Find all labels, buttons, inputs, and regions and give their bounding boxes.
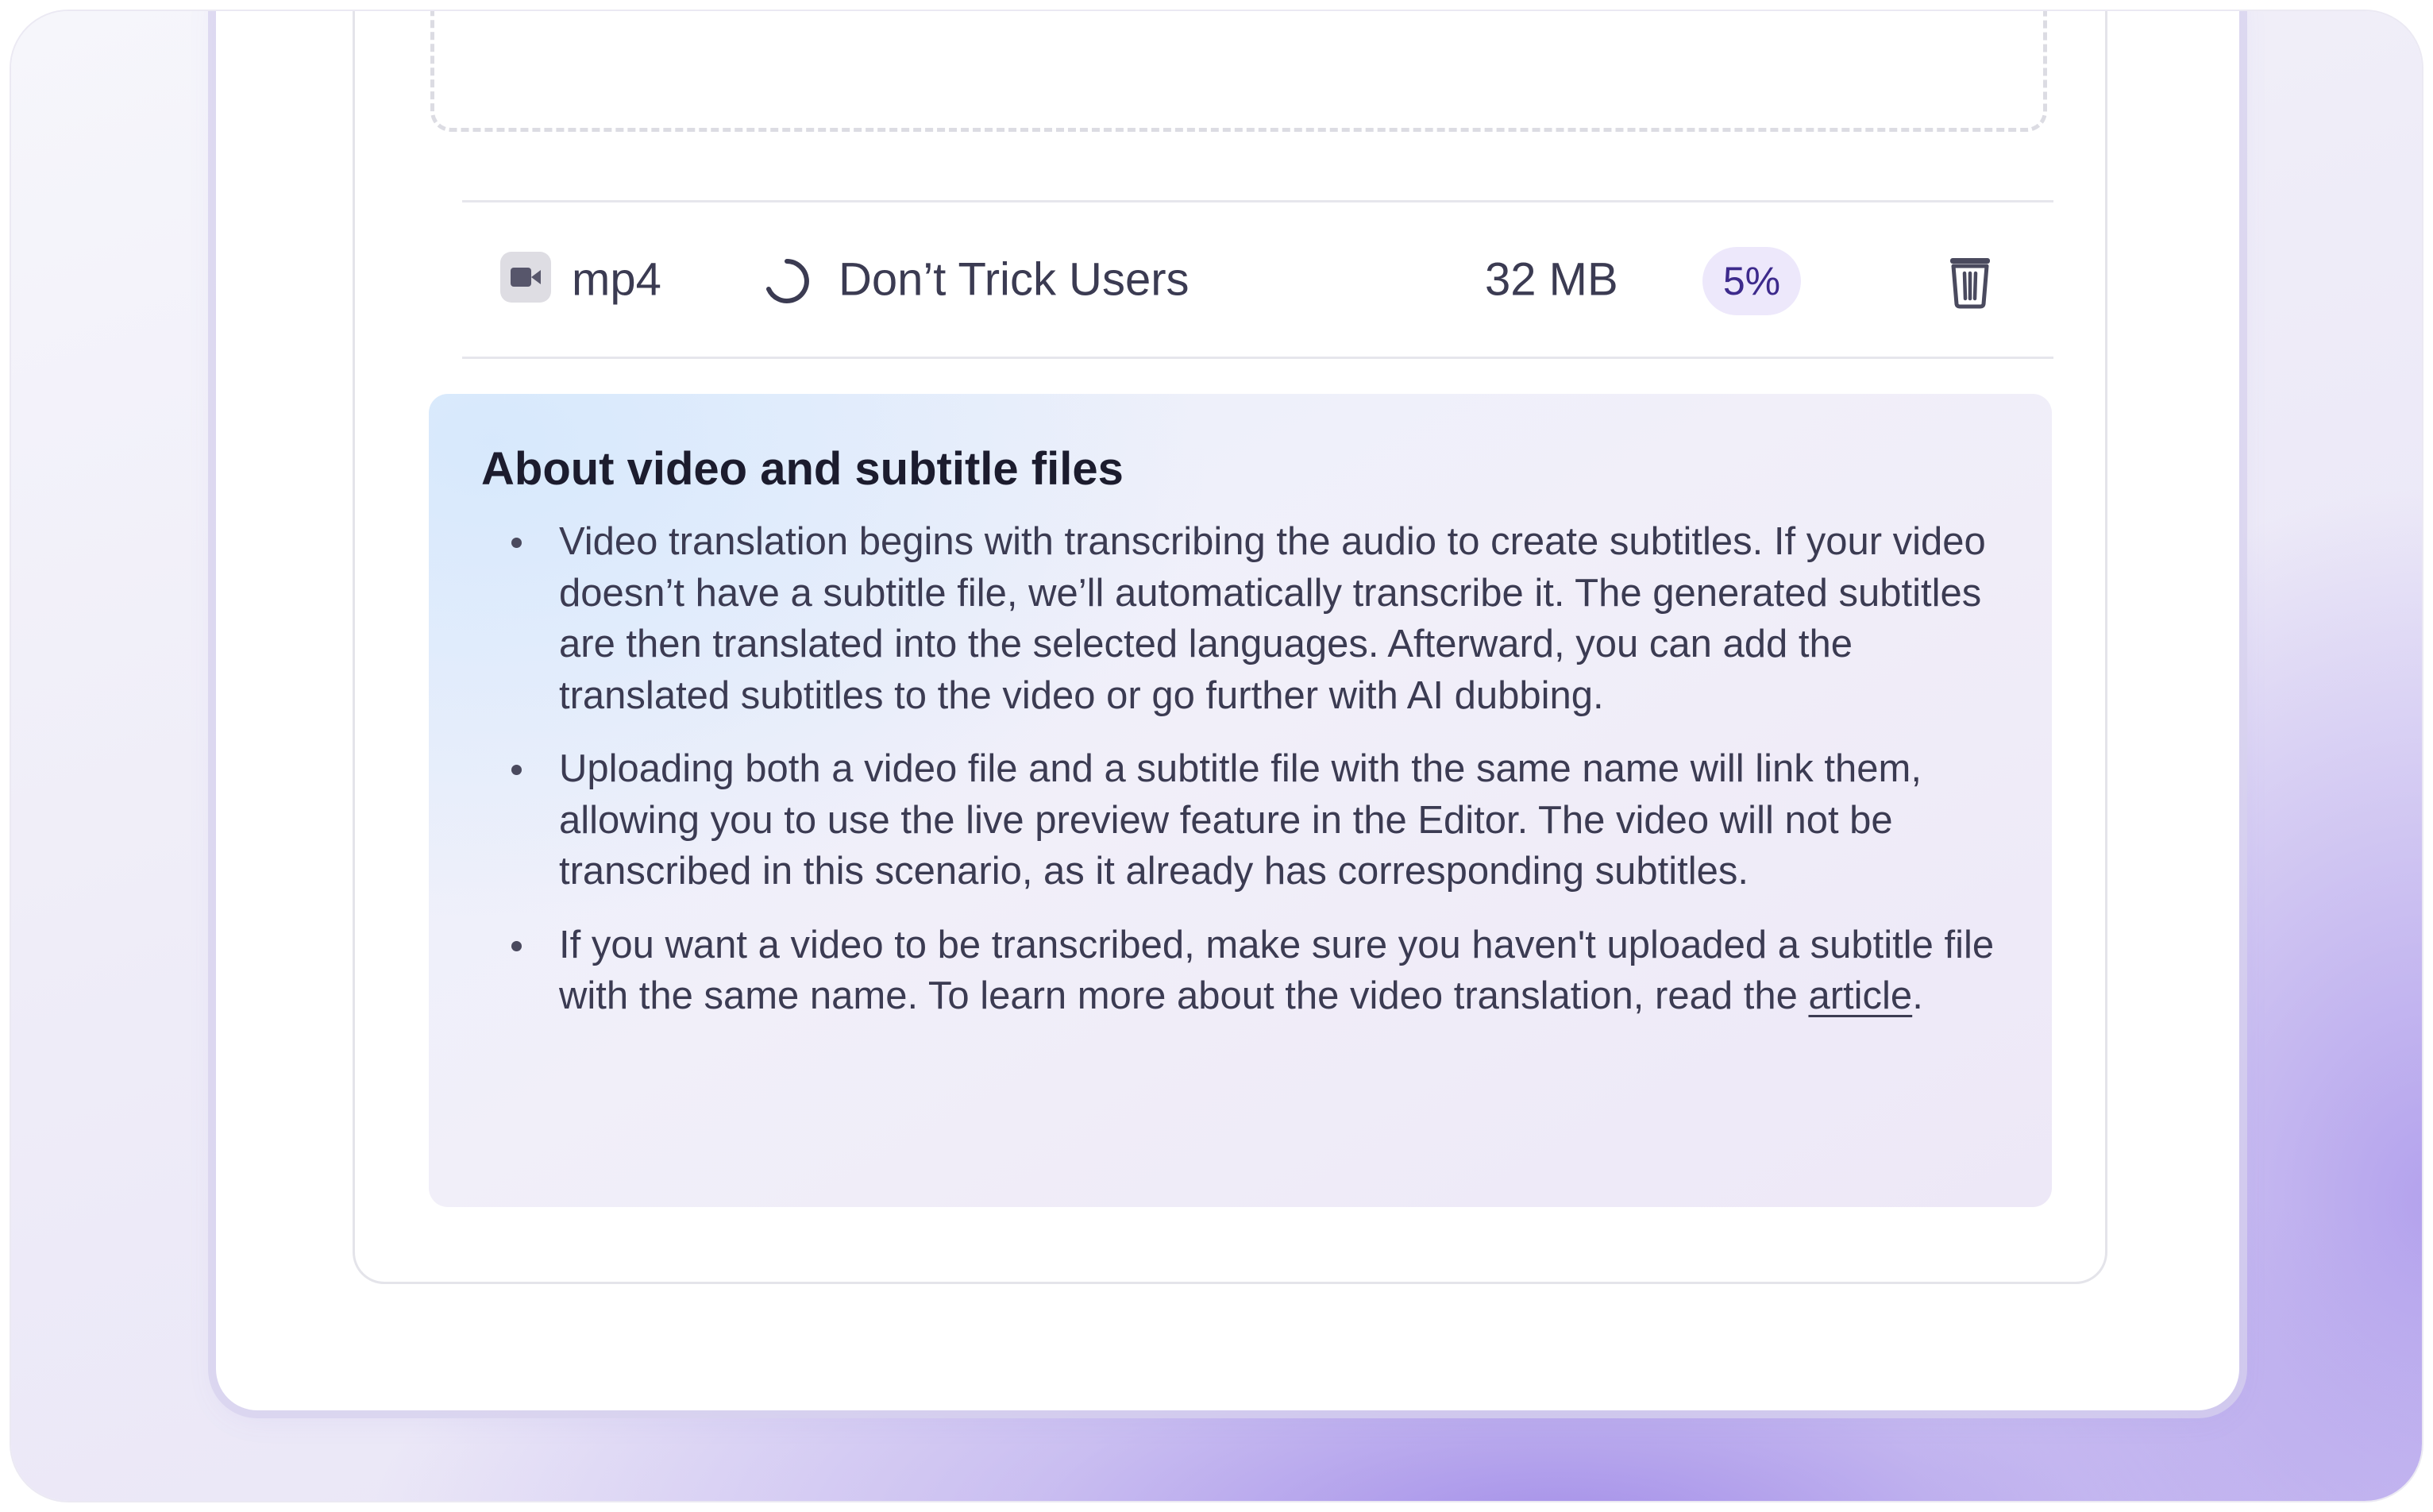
- bullet-icon: [511, 765, 522, 775]
- info-list: Video translation begins with transcribi…: [481, 516, 1998, 1022]
- loading-spinner-icon: [762, 256, 812, 306]
- delete-file-button[interactable]: [1947, 253, 1993, 309]
- file-type-label: mp4: [572, 253, 661, 306]
- file-dropzone[interactable]: [430, 11, 2047, 132]
- trash-icon: [1950, 258, 1990, 309]
- info-list-item: Uploading both a video file and a subtit…: [481, 743, 1998, 897]
- info-item-text-end: .: [1912, 974, 1923, 1017]
- bullet-icon: [511, 940, 522, 951]
- file-row: mp4 Don’t Trick Users 32 MB 5%: [462, 200, 2053, 359]
- info-title: About video and subtitle files: [481, 443, 1124, 495]
- info-list-item: If you want a video to be transcribed, m…: [481, 920, 1998, 1022]
- info-item-text: Video translation begins with transcribi…: [559, 520, 1986, 717]
- info-item-text: If you want a video to be transcribed, m…: [559, 923, 1995, 1018]
- file-name: Don’t Trick Users: [839, 253, 1190, 306]
- article-link[interactable]: article: [1808, 974, 1912, 1017]
- background: mp4 Don’t Trick Users 32 MB 5% About vid…: [11, 11, 2422, 1501]
- info-item-text: Uploading both a video file and a subtit…: [559, 747, 1922, 893]
- bullet-icon: [511, 538, 522, 548]
- info-list-item: Video translation begins with transcribi…: [481, 516, 1998, 721]
- video-camera-icon: [500, 252, 551, 303]
- file-size: 32 MB: [1485, 253, 1618, 306]
- upload-progress-label: 5%: [1722, 259, 1781, 303]
- info-box: About video and subtitle files Video tra…: [429, 394, 2052, 1207]
- upload-progress-badge: 5%: [1702, 247, 1801, 315]
